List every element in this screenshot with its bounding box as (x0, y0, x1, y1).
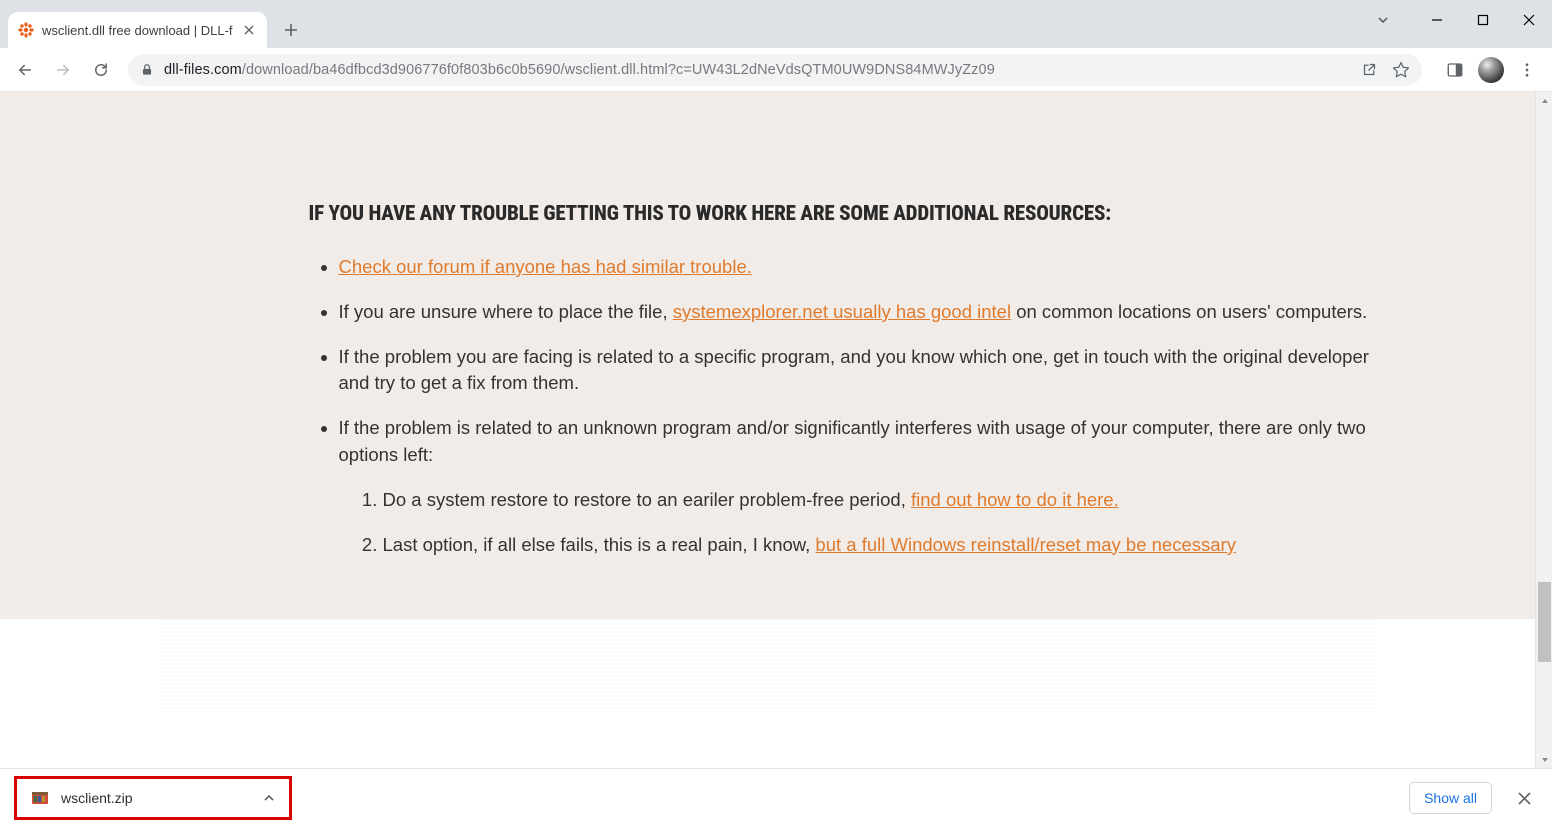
new-tab-button[interactable] (277, 16, 305, 44)
lock-icon (140, 63, 154, 77)
tips-list: Check our forum if anyone has had simila… (309, 254, 1373, 559)
window-controls (1360, 0, 1552, 40)
tab-favicon-icon (18, 22, 34, 38)
systemexplorer-link[interactable]: systemexplorer.net usually has good inte… (673, 301, 1011, 322)
chrome-menu-button[interactable] (1510, 53, 1544, 87)
show-all-downloads-button[interactable]: Show all (1409, 782, 1492, 814)
tab-close-button[interactable] (241, 22, 257, 38)
tab-search-button[interactable] (1360, 4, 1406, 36)
section-heading: IF YOU HAVE ANY TROUBLE GETTING THIS TO … (309, 202, 1373, 226)
text: Last option, if all else fails, this is … (383, 534, 816, 555)
window-close-button[interactable] (1506, 4, 1552, 36)
url-host: dll-files.com (164, 62, 242, 78)
browser-titlebar: wsclient.dll free download | DLL-f (0, 0, 1552, 48)
forward-button[interactable] (46, 53, 80, 87)
window-maximize-button[interactable] (1460, 4, 1506, 36)
page-section-white (0, 619, 1535, 769)
download-item[interactable]: wsclient.zip (14, 776, 292, 820)
url-text: dll-files.com/download/ba46dfbcd3d906776… (164, 62, 1351, 78)
page-content: IF YOU HAVE ANY TROUBLE GETTING THIS TO … (0, 92, 1535, 768)
windows-reinstall-link[interactable]: but a full Windows reinstall/reset may b… (815, 534, 1236, 555)
tab-title: wsclient.dll free download | DLL-f (42, 23, 233, 38)
share-icon[interactable] (1361, 61, 1378, 78)
scroll-thumb[interactable] (1538, 582, 1551, 662)
zip-file-icon (31, 789, 49, 807)
back-button[interactable] (8, 53, 42, 87)
reload-button[interactable] (84, 53, 118, 87)
chevron-up-icon[interactable] (263, 792, 275, 804)
text: on common locations on users' computers. (1011, 301, 1367, 322)
browser-tab[interactable]: wsclient.dll free download | DLL-f (8, 12, 267, 48)
browser-toolbar: dll-files.com/download/ba46dfbcd3d906776… (0, 48, 1552, 92)
system-restore-link[interactable]: find out how to do it here. (911, 489, 1119, 510)
text: If you are unsure where to place the fil… (339, 301, 673, 322)
list-item: Last option, if all else fails, this is … (383, 532, 1373, 559)
address-bar[interactable]: dll-files.com/download/ba46dfbcd3d906776… (128, 54, 1422, 86)
url-path: /download/ba46dfbcd3d906776f0f803b6c0b56… (242, 62, 995, 78)
close-shelf-button[interactable] (1510, 784, 1538, 812)
window-minimize-button[interactable] (1414, 4, 1460, 36)
list-item: Check our forum if anyone has had simila… (339, 254, 1373, 281)
list-item: If the problem is related to an unknown … (339, 415, 1373, 558)
scroll-up-icon[interactable] (1536, 92, 1552, 109)
vertical-scrollbar[interactable] (1535, 92, 1552, 768)
profile-avatar[interactable] (1478, 57, 1504, 83)
list-item: Do a system restore to restore to an ear… (383, 487, 1373, 514)
download-file-name: wsclient.zip (61, 790, 251, 806)
forum-link[interactable]: Check our forum if anyone has had simila… (339, 256, 752, 277)
bookmark-icon[interactable] (1392, 61, 1410, 79)
text: Do a system restore to restore to an ear… (383, 489, 912, 510)
text: If the problem you are facing is related… (339, 346, 1369, 394)
ad-placeholder (160, 619, 1375, 709)
side-panel-button[interactable] (1438, 53, 1472, 87)
text: If the problem is related to an unknown … (339, 417, 1366, 465)
download-shelf: wsclient.zip Show all (0, 768, 1552, 827)
page-viewport: IF YOU HAVE ANY TROUBLE GETTING THIS TO … (0, 92, 1552, 768)
scroll-down-icon[interactable] (1536, 751, 1552, 768)
options-list: Do a system restore to restore to an ear… (339, 487, 1373, 559)
list-item: If you are unsure where to place the fil… (339, 299, 1373, 326)
list-item: If the problem you are facing is related… (339, 344, 1373, 398)
